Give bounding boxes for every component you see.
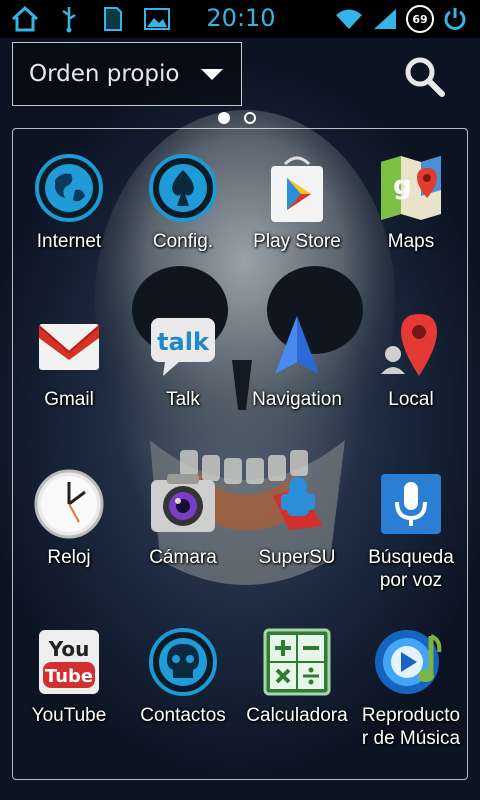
app-drawer-toolbar: Orden propio bbox=[0, 38, 480, 112]
navigation-icon bbox=[275, 316, 319, 374]
app-internet[interactable]: Internet bbox=[12, 150, 126, 253]
app-label: YouTube bbox=[31, 705, 107, 726]
calculator-icon bbox=[263, 628, 331, 696]
music-player-icon bbox=[375, 630, 442, 694]
app-label: Config. bbox=[152, 231, 214, 252]
wifi-icon bbox=[334, 4, 364, 34]
app-reloj[interactable]: Reloj bbox=[12, 466, 126, 569]
app-local[interactable]: Local bbox=[354, 308, 468, 411]
app-gmail[interactable]: Gmail bbox=[12, 308, 126, 411]
app-label: Play Store bbox=[253, 231, 341, 252]
app-camara[interactable]: Cámara bbox=[126, 466, 240, 569]
status-clock: 20:10 bbox=[206, 4, 276, 32]
app-label: Calculadora bbox=[246, 705, 348, 726]
app-label: Cámara bbox=[149, 547, 217, 568]
page-dot-1[interactable] bbox=[218, 112, 230, 124]
app-youtube[interactable]: You Tube YouTube bbox=[12, 624, 126, 727]
battery-icon: 69 bbox=[406, 5, 434, 33]
app-navigation[interactable]: Navigation bbox=[240, 308, 354, 411]
svg-text:talk: talk bbox=[157, 328, 210, 356]
app-label: Reproducto r de Música bbox=[361, 705, 461, 749]
app-calculadora[interactable]: Calculadora bbox=[240, 624, 354, 727]
app-label: Contactos bbox=[140, 705, 226, 726]
gallery-icon bbox=[142, 4, 172, 34]
supersu-icon bbox=[273, 477, 323, 530]
play-store-icon bbox=[271, 156, 323, 222]
svg-text:g: g bbox=[393, 171, 412, 201]
usb-icon bbox=[54, 4, 84, 34]
youtube-icon: You Tube bbox=[39, 630, 99, 694]
talk-icon: talk bbox=[151, 318, 215, 376]
app-supersu[interactable]: SuperSU bbox=[240, 466, 354, 569]
contacts-skull-icon bbox=[149, 628, 217, 696]
page-dot-2[interactable] bbox=[244, 112, 256, 124]
gmail-icon bbox=[38, 324, 100, 370]
search-icon bbox=[405, 57, 445, 97]
sort-order-label: Orden propio bbox=[29, 61, 180, 87]
app-label: Internet bbox=[36, 231, 102, 252]
search-button[interactable] bbox=[402, 54, 448, 100]
app-play-store[interactable]: Play Store bbox=[240, 150, 354, 253]
chevron-down-icon bbox=[201, 69, 223, 80]
app-label: Maps bbox=[387, 231, 435, 252]
local-pin-icon bbox=[381, 314, 437, 376]
app-config[interactable]: Config. bbox=[126, 150, 240, 253]
app-label: Búsqueda por voz bbox=[368, 547, 454, 591]
microphone-icon bbox=[381, 474, 441, 534]
app-label: Local bbox=[388, 389, 434, 410]
app-label: Gmail bbox=[44, 389, 94, 410]
app-label: Talk bbox=[166, 389, 200, 410]
app-busqueda-voz[interactable]: Búsqueda por voz bbox=[354, 466, 468, 592]
app-label: Reloj bbox=[47, 547, 91, 568]
power-icon bbox=[440, 4, 470, 34]
home-icon bbox=[10, 4, 40, 34]
app-talk[interactable]: talk Talk bbox=[126, 308, 240, 411]
settings-spade-icon bbox=[149, 154, 217, 222]
app-label: Navigation bbox=[252, 389, 342, 410]
page-indicator bbox=[218, 112, 256, 124]
svg-text:You: You bbox=[48, 637, 90, 661]
status-bar: 20:10 69 bbox=[0, 0, 480, 38]
app-contactos[interactable]: Contactos bbox=[126, 624, 240, 727]
app-reproductor-musica[interactable]: Reproducto r de Música bbox=[354, 624, 468, 750]
camera-icon bbox=[151, 474, 215, 532]
maps-icon: g bbox=[381, 156, 441, 220]
sd-card-icon bbox=[98, 4, 128, 34]
globe-icon bbox=[35, 154, 103, 222]
sort-order-dropdown[interactable]: Orden propio bbox=[12, 42, 242, 106]
signal-icon bbox=[370, 4, 400, 34]
app-label: SuperSU bbox=[258, 547, 336, 568]
clock-icon bbox=[34, 469, 104, 539]
svg-text:Tube: Tube bbox=[45, 666, 93, 687]
app-maps[interactable]: g Maps bbox=[354, 150, 468, 253]
